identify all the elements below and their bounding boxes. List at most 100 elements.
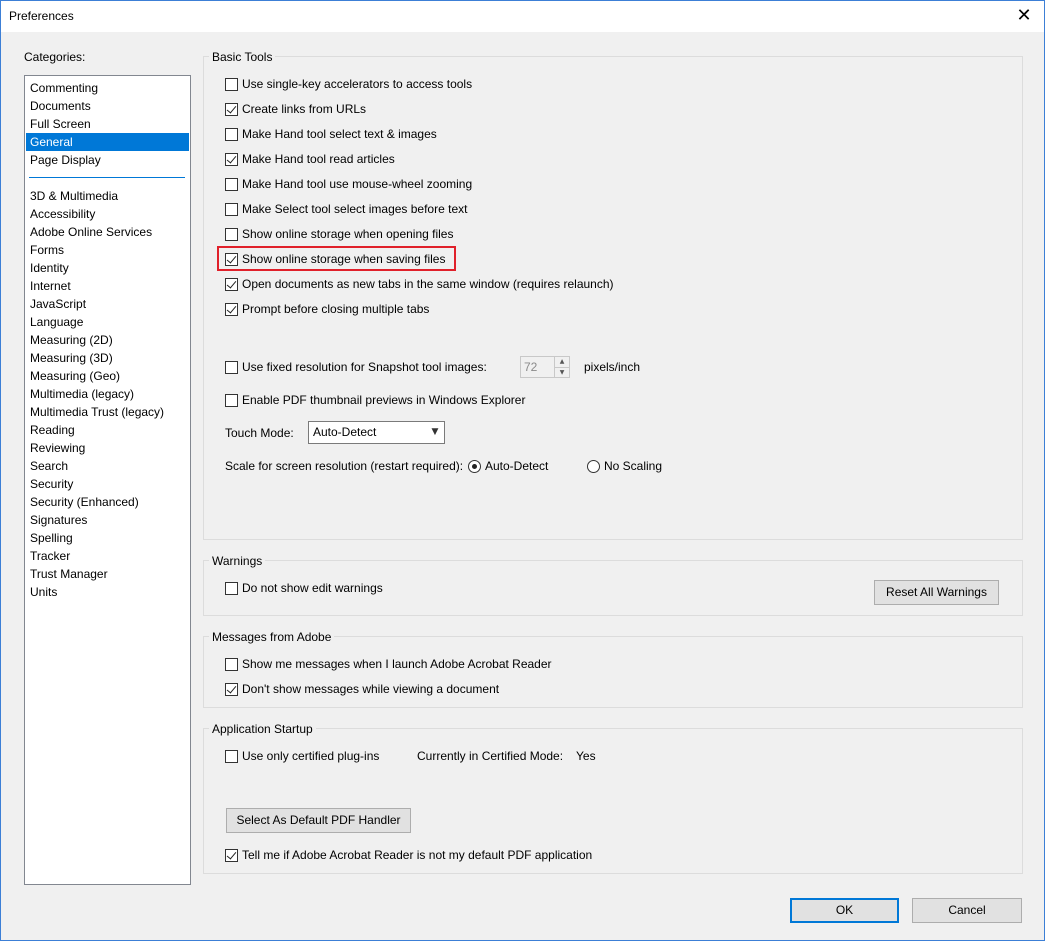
checkbox-box[interactable] [225, 277, 238, 291]
warnings-title: Warnings [209, 554, 266, 568]
scale-label: Scale for screen resolution (restart req… [225, 459, 464, 473]
default-pdf-handler-button[interactable]: Select As Default PDF Handler [226, 808, 411, 833]
checkbox-label: Make Hand tool select text & images [242, 127, 437, 141]
category-item-forms[interactable]: Forms [26, 241, 189, 259]
ok-button[interactable]: OK [790, 898, 899, 923]
basic-tools-title: Basic Tools [209, 50, 276, 64]
chevron-down-icon[interactable]: ▼ [426, 422, 444, 443]
startup-title: Application Startup [209, 722, 316, 736]
checkbox-box[interactable] [225, 152, 238, 166]
checkbox-label: Make Hand tool read articles [242, 152, 395, 166]
checkbox-box[interactable] [225, 202, 238, 216]
spin-up-icon[interactable]: ▲ [555, 357, 569, 367]
checkbox-label: Don't show messages while viewing a docu… [242, 682, 500, 696]
checkbox-make-hand-tool-select-text-images[interactable]: Make Hand tool select text & images [225, 126, 437, 142]
checkbox-box[interactable] [225, 102, 238, 116]
edit-warnings-checkbox[interactable]: Do not show edit warnings [225, 580, 383, 596]
checkbox-show-online-storage-when-opening-files[interactable]: Show online storage when opening files [225, 226, 453, 242]
certified-mode-value: Yes [576, 749, 596, 763]
scale-auto-detect-radio[interactable]: Auto-Detect [468, 458, 548, 474]
checkbox-show-me-messages-when-i-launch-adobe-acrobat-reader[interactable]: Show me messages when I launch Adobe Acr… [225, 656, 552, 672]
default-pdf-notify-label: Tell me if Adobe Acrobat Reader is not m… [242, 848, 593, 862]
spin-down-icon[interactable]: ▼ [555, 367, 569, 377]
category-item-internet[interactable]: Internet [26, 277, 189, 295]
title-bar: Preferences ✕ [1, 1, 1044, 32]
checkbox-prompt-before-closing-multiple-tabs[interactable]: Prompt before closing multiple tabs [225, 301, 429, 317]
category-item-documents[interactable]: Documents [26, 97, 189, 115]
checkbox-box[interactable] [225, 302, 238, 316]
category-item-3d-multimedia[interactable]: 3D & Multimedia [26, 187, 189, 205]
snapshot-resolution-spinner[interactable]: 72 ▲ ▼ [520, 356, 570, 378]
checkbox-box[interactable] [225, 848, 238, 862]
category-item-search[interactable]: Search [26, 457, 189, 475]
category-item-adobe-online-services[interactable]: Adobe Online Services [26, 223, 189, 241]
scale-auto-detect-label: Auto-Detect [485, 459, 549, 473]
category-item-commenting[interactable]: Commenting [26, 79, 189, 97]
category-item-page-display[interactable]: Page Display [26, 151, 189, 169]
checkbox-box[interactable] [225, 393, 238, 407]
checkbox-don-t-show-messages-while-viewing-a-document[interactable]: Don't show messages while viewing a docu… [225, 681, 499, 697]
checkbox-label: Show online storage when opening files [242, 227, 454, 241]
certified-mode-label: Currently in Certified Mode: [417, 749, 564, 763]
category-item-measuring-3d[interactable]: Measuring (3D) [26, 349, 189, 367]
category-item-reading[interactable]: Reading [26, 421, 189, 439]
cancel-button[interactable]: Cancel [912, 898, 1022, 923]
thumbnail-previews-checkbox[interactable]: Enable PDF thumbnail previews in Windows… [225, 392, 525, 408]
default-pdf-notify-checkbox[interactable]: Tell me if Adobe Acrobat Reader is not m… [225, 847, 592, 863]
category-item-security[interactable]: Security [26, 475, 189, 493]
touch-mode-select[interactable]: Auto-Detect ▼ [308, 421, 445, 444]
thumbnail-previews-label: Enable PDF thumbnail previews in Windows… [242, 393, 526, 407]
category-item-security-enhanced[interactable]: Security (Enhanced) [26, 493, 189, 511]
category-item-full-screen[interactable]: Full Screen [26, 115, 189, 133]
checkbox-make-hand-tool-read-articles[interactable]: Make Hand tool read articles [225, 151, 395, 167]
category-item-multimedia-trust-legacy[interactable]: Multimedia Trust (legacy) [26, 403, 189, 421]
checkbox-box[interactable] [225, 749, 238, 763]
checkbox-box[interactable] [225, 227, 238, 241]
window-title: Preferences [9, 9, 74, 23]
checkbox-box[interactable] [225, 657, 238, 671]
reset-all-warnings-button[interactable]: Reset All Warnings [874, 580, 999, 605]
checkbox-label: Use single-key accelerators to access to… [242, 77, 473, 91]
category-item-accessibility[interactable]: Accessibility [26, 205, 189, 223]
category-item-reviewing[interactable]: Reviewing [26, 439, 189, 457]
checkbox-box[interactable] [225, 77, 238, 91]
checkbox-box[interactable] [225, 360, 238, 374]
category-item-general[interactable]: General [26, 133, 189, 151]
snapshot-resolution-checkbox[interactable]: Use fixed resolution for Snapshot tool i… [225, 359, 487, 375]
checkbox-make-hand-tool-use-mouse-wheel-zooming[interactable]: Make Hand tool use mouse-wheel zooming [225, 176, 472, 192]
certified-plugins-checkbox[interactable]: Use only certified plug-ins [225, 748, 379, 764]
snapshot-resolution-label: Use fixed resolution for Snapshot tool i… [242, 360, 487, 374]
category-item-language[interactable]: Language [26, 313, 189, 331]
highlight-box [217, 246, 456, 271]
category-item-units[interactable]: Units [26, 583, 189, 601]
spinner-value[interactable]: 72 [524, 360, 537, 374]
checkbox-box[interactable] [225, 127, 238, 141]
radio-dot[interactable] [468, 459, 481, 473]
close-icon[interactable]: ✕ [1012, 5, 1036, 27]
category-item-measuring-geo[interactable]: Measuring (Geo) [26, 367, 189, 385]
category-item-tracker[interactable]: Tracker [26, 547, 189, 565]
category-item-spelling[interactable]: Spelling [26, 529, 189, 547]
category-item-identity[interactable]: Identity [26, 259, 189, 277]
category-item-measuring-2d[interactable]: Measuring (2D) [26, 331, 189, 349]
category-item-signatures[interactable]: Signatures [26, 511, 189, 529]
category-item-javascript[interactable]: JavaScript [26, 295, 189, 313]
checkbox-label: Make Hand tool use mouse-wheel zooming [242, 177, 473, 191]
touch-mode-label: Touch Mode: [225, 426, 294, 440]
certified-plugins-label: Use only certified plug-ins [242, 749, 380, 763]
spinner-buttons: ▲ ▼ [554, 357, 569, 377]
checkbox-box[interactable] [225, 177, 238, 191]
radio-dot[interactable] [587, 459, 600, 473]
checkbox-make-select-tool-select-images-before-text[interactable]: Make Select tool select images before te… [225, 201, 467, 217]
snapshot-units-label: pixels/inch [584, 360, 641, 374]
category-item-trust-manager[interactable]: Trust Manager [26, 565, 189, 583]
checkbox-box[interactable] [225, 581, 238, 595]
categories-list[interactable]: Commenting Documents Full Screen General Pag… [24, 75, 191, 885]
checkbox-use-single-key-accelerators-to-access-tools[interactable]: Use single-key accelerators to access to… [225, 76, 472, 92]
checkbox-label: Create links from URLs [242, 102, 367, 116]
category-item-multimedia-legacy[interactable]: Multimedia (legacy) [26, 385, 189, 403]
checkbox-create-links-from-urls[interactable]: Create links from URLs [225, 101, 366, 117]
scale-no-scaling-radio[interactable]: No Scaling [587, 458, 662, 474]
checkbox-box[interactable] [225, 682, 238, 696]
checkbox-open-documents-as-new-tabs-in-the-same-window-requires-relaunch[interactable]: Open documents as new tabs in the same w… [225, 276, 614, 292]
